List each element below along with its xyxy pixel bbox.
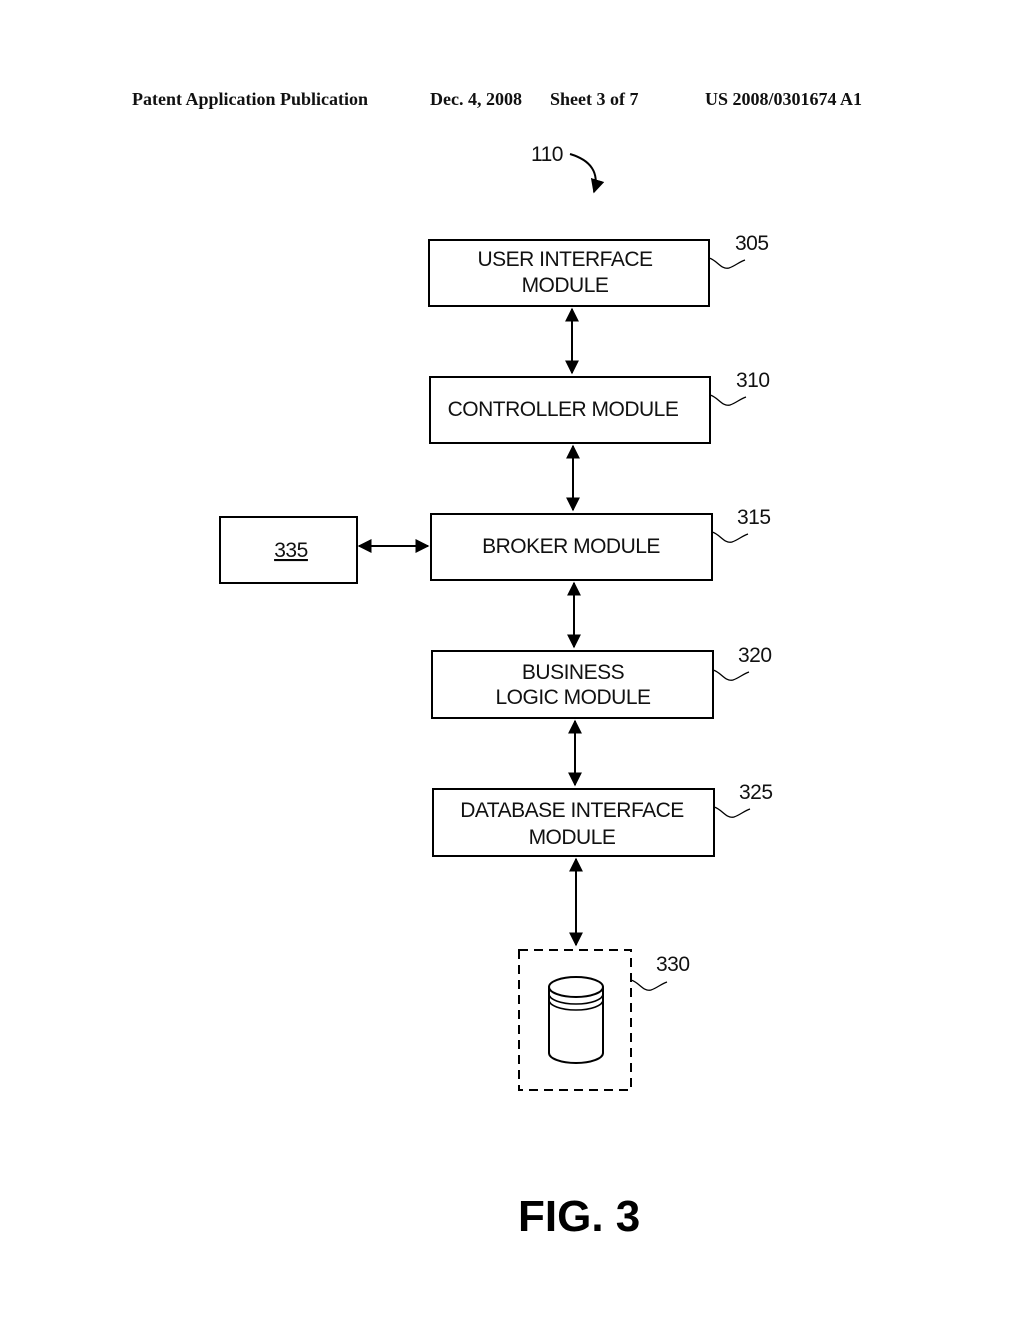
leader-line-310 xyxy=(709,394,747,406)
ref-310: 310 xyxy=(736,369,770,392)
leader-line-330 xyxy=(630,979,668,991)
ref-320: 320 xyxy=(738,644,772,667)
database-cylinder-icon xyxy=(548,976,604,1064)
business-logic-module: BUSINESS LOGIC MODULE xyxy=(431,650,714,719)
figure-label: FIG. 3 xyxy=(518,1192,641,1241)
leader-line-305 xyxy=(708,257,746,269)
database-330 xyxy=(518,949,632,1091)
module-label-line1: USER INTERFACE xyxy=(477,248,653,271)
database-interface-module: DATABASE INTERFACE MODULE xyxy=(432,788,715,857)
module-label-line2: MODULE xyxy=(522,274,609,297)
module-label-line2: MODULE xyxy=(529,826,616,849)
broker-module: BROKER MODULE xyxy=(430,513,713,581)
leader-line-325 xyxy=(713,806,751,818)
leader-line-315 xyxy=(711,531,749,543)
controller-module: CONTROLLER MODULE xyxy=(429,376,711,444)
system-ref-label: 110 xyxy=(531,143,563,166)
module-label-line2: LOGIC MODULE xyxy=(495,686,651,709)
ref-305: 305 xyxy=(735,232,769,255)
external-component-335: 335 xyxy=(219,516,358,584)
user-interface-module: USER INTERFACE MODULE xyxy=(428,239,710,307)
module-label-line1: BROKER MODULE xyxy=(482,535,660,558)
module-label-line1: CONTROLLER MODULE xyxy=(448,398,679,421)
leader-line-320 xyxy=(712,669,750,681)
block-diagram: 110 USER INTERFACE MODULE 305 CONTROLLER… xyxy=(219,143,773,1091)
ref-315: 315 xyxy=(737,506,771,529)
external-ref-335: 335 xyxy=(274,539,308,562)
module-label-line1: BUSINESS xyxy=(522,661,625,684)
ref-325: 325 xyxy=(739,781,773,804)
ref-330: 330 xyxy=(656,953,690,976)
system-ref-arrow xyxy=(569,153,605,194)
module-label-line1: DATABASE INTERFACE xyxy=(460,799,684,822)
